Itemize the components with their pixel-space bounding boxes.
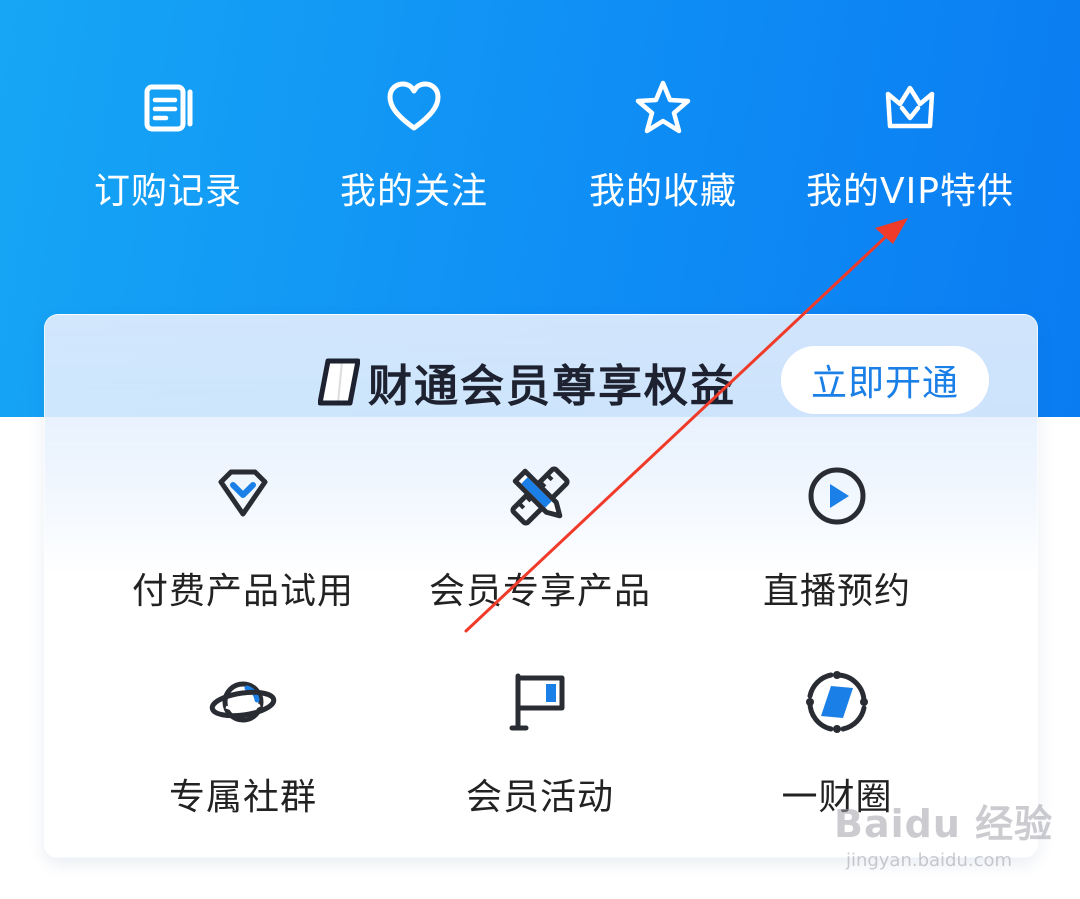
- quick-link-label: 我的关注: [339, 171, 488, 212]
- benefit-trial[interactable]: 付费产品试用: [93, 460, 393, 620]
- my-follows-link[interactable]: 我的关注: [284, 78, 544, 218]
- benefit-label: 付费产品试用: [131, 571, 354, 612]
- star-icon: [635, 80, 691, 134]
- compass-icon: [806, 671, 868, 733]
- order-record-link[interactable]: 订购记录: [38, 78, 298, 218]
- open-membership-button[interactable]: 立即开通: [781, 346, 989, 414]
- benefit-exclusive-products[interactable]: 会员专享产品: [390, 460, 690, 620]
- watermark-url: jingyan.baidu.com: [845, 850, 1013, 871]
- benefit-label: 会员专享产品: [428, 571, 651, 612]
- heart-icon: [387, 81, 441, 131]
- quick-link-label: 我的收藏: [588, 171, 737, 212]
- pencil-ruler-icon: [510, 466, 570, 526]
- quick-link-label: 订购记录: [93, 171, 242, 212]
- member-badge-icon: [318, 358, 360, 406]
- card-title: 财通会员尊享权益: [368, 361, 736, 412]
- diamond-icon: [218, 469, 268, 517]
- my-vip-offers-link[interactable]: 我的VIP特供: [780, 78, 1040, 218]
- watermark: Baidu 经验 jingyan.baidu.com: [834, 793, 1054, 871]
- play-circle-icon: [808, 467, 866, 525]
- benefit-live-booking[interactable]: 直播预约: [687, 460, 987, 620]
- watermark-logo: Baidu 经验: [834, 802, 1054, 846]
- flag-icon: [509, 673, 565, 731]
- quick-link-label: 我的VIP特供: [806, 171, 1014, 212]
- benefit-label: 会员活动: [465, 777, 614, 818]
- benefit-label: 直播预约: [762, 571, 911, 612]
- planet-icon: [209, 681, 277, 723]
- crown-icon: [885, 85, 935, 129]
- card-header: 财通会员尊享权益: [318, 350, 736, 414]
- benefit-member-events[interactable]: 会员活动: [390, 666, 690, 826]
- benefit-community[interactable]: 专属社群: [93, 666, 393, 826]
- my-favorites-link[interactable]: 我的收藏: [533, 78, 793, 218]
- order-record-icon: [144, 84, 193, 132]
- benefit-label: 专属社群: [168, 777, 317, 818]
